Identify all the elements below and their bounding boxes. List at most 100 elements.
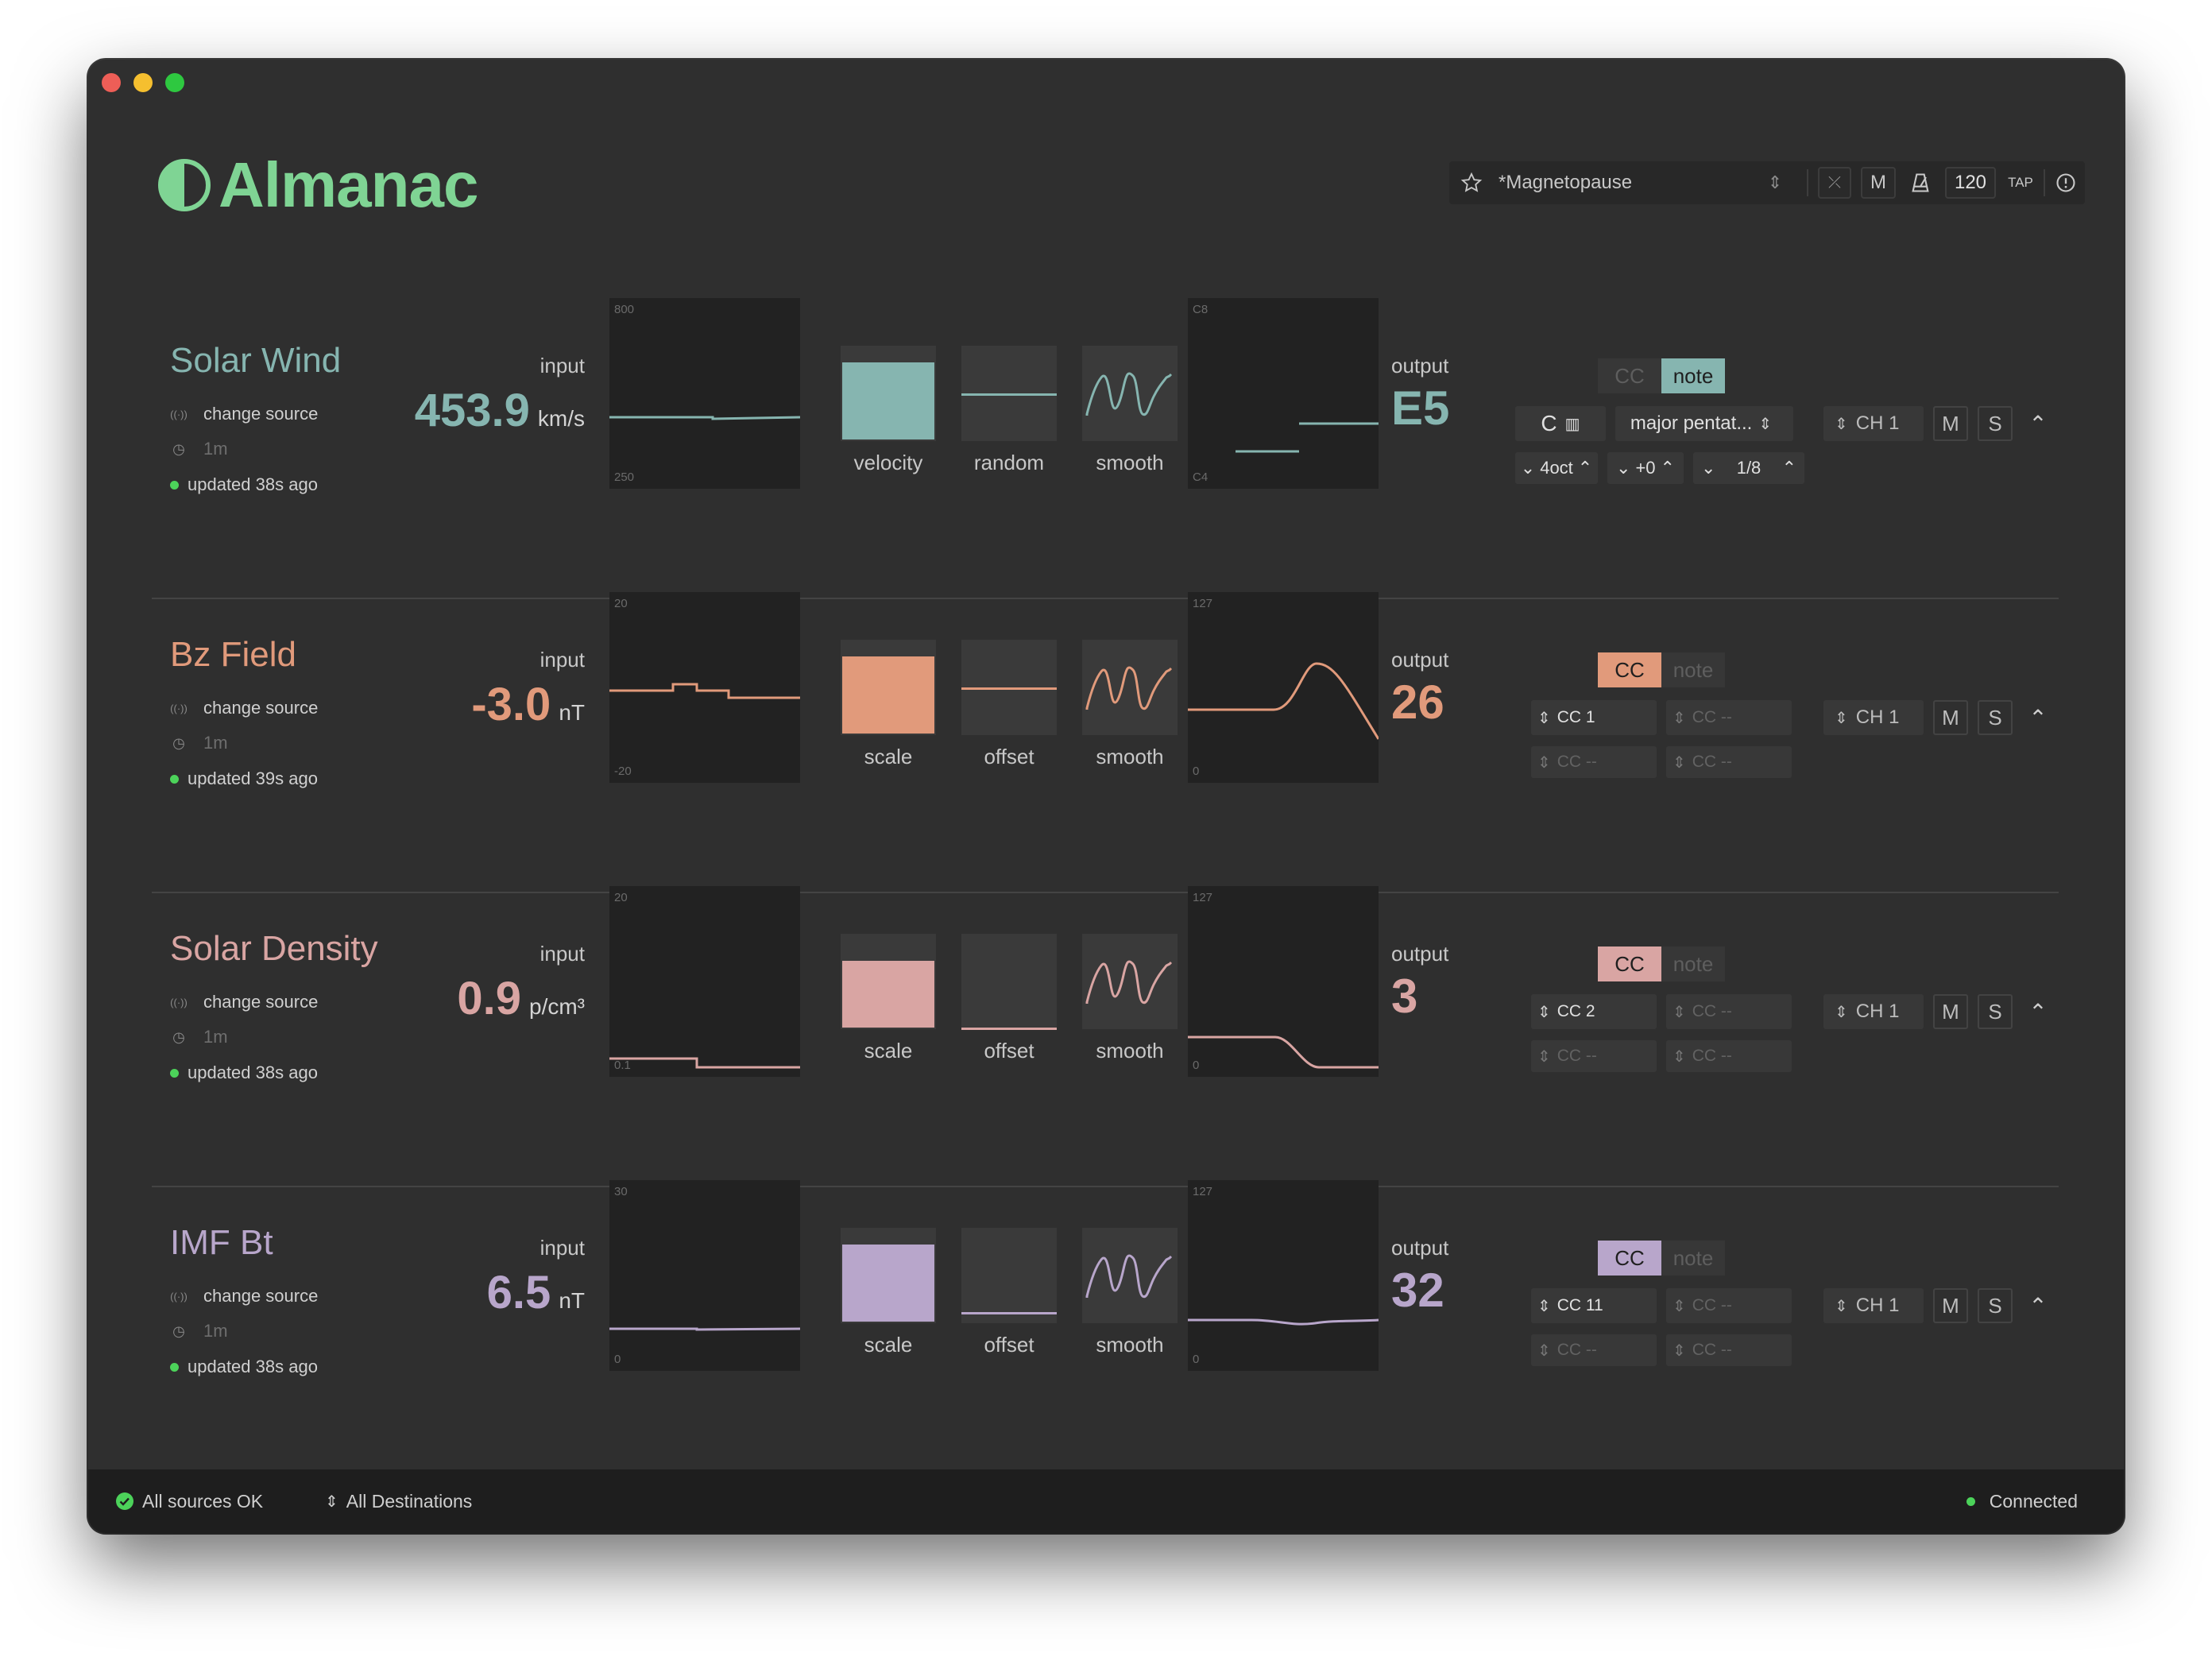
mode-toggle[interactable]: CC note xyxy=(1598,358,1725,393)
mode-note-button[interactable]: note xyxy=(1661,652,1725,687)
midi-channel-select[interactable]: ⇕ CH 1 xyxy=(1823,700,1924,735)
modulator-2[interactable] xyxy=(1082,346,1178,441)
bpm-field[interactable]: 120 xyxy=(1945,167,1996,199)
scale-select[interactable]: major pentat... ⇕ xyxy=(1615,406,1793,441)
input-unit: p/cm³ xyxy=(529,994,585,1019)
input-history-line xyxy=(609,416,800,420)
preset-name[interactable]: *Magnetopause xyxy=(1499,161,1769,204)
cc-slot-select[interactable]: ⇕ CC -- xyxy=(1531,1040,1657,1072)
updown-chevron-icon: ⇕ xyxy=(1673,1297,1686,1315)
modulator-0[interactable] xyxy=(841,1228,936,1323)
modulator-2[interactable] xyxy=(1082,934,1178,1029)
note-root-select[interactable]: C ▥ xyxy=(1515,406,1606,441)
mode-note-button[interactable]: note xyxy=(1661,947,1725,981)
mode-toggle[interactable]: CC note xyxy=(1598,652,1725,687)
mute-button[interactable]: M xyxy=(1933,1288,1968,1323)
octave-stepper[interactable]: ⌄ 4oct ⌃ xyxy=(1515,452,1598,484)
mode-cc-button[interactable]: CC xyxy=(1598,947,1661,981)
updown-chevron-icon: ⇕ xyxy=(1758,415,1773,433)
modulator-0[interactable] xyxy=(841,640,936,735)
modulator-label: random xyxy=(973,451,1045,474)
input-axis-max: 20 xyxy=(614,597,628,610)
collapse-chevron-icon[interactable]: ⌃ xyxy=(2022,406,2054,441)
output-graph: C8 C4 xyxy=(1188,298,1379,489)
preset-stepper-icon[interactable]: ⇕ xyxy=(1759,161,1791,204)
input-label: input xyxy=(539,1236,585,1260)
scale-label: major pentat... xyxy=(1630,412,1753,434)
mode-cc-button[interactable]: CC xyxy=(1598,652,1661,687)
collapse-icon[interactable]: ⤫ xyxy=(1818,167,1851,199)
cc-slot-select[interactable]: ⇕ CC -- xyxy=(1666,994,1792,1029)
cc-slot-select[interactable]: ⇕ CC -- xyxy=(1666,1040,1792,1072)
cc-slot-select[interactable]: ⇕ CC -- xyxy=(1531,746,1657,778)
output-history-line xyxy=(1188,1036,1379,1069)
cc-slot-select[interactable]: ⇕ CC -- xyxy=(1666,1334,1792,1366)
minimize-window-button[interactable] xyxy=(133,73,153,92)
transpose-stepper[interactable]: ⌄ +0 ⌃ xyxy=(1607,452,1684,484)
smooth-wave-icon xyxy=(1085,960,1173,1005)
collapse-chevron-icon[interactable]: ⌃ xyxy=(2022,700,2054,735)
solo-button[interactable]: S xyxy=(1978,700,2013,735)
metronome-icon[interactable] xyxy=(1904,161,1937,204)
modulator-1[interactable] xyxy=(961,1228,1057,1323)
change-source-link[interactable]: ((·)) change source xyxy=(170,1286,318,1307)
modulator-1[interactable] xyxy=(961,640,1057,735)
chevron-down-icon: ⌄ xyxy=(1520,458,1536,478)
change-source-link[interactable]: ((·)) change source xyxy=(170,404,318,424)
mode-note-button[interactable]: note xyxy=(1661,1241,1725,1276)
midi-channel-select[interactable]: ⇕ CH 1 xyxy=(1823,406,1924,441)
note-root-label: C xyxy=(1541,411,1557,436)
solo-button[interactable]: S xyxy=(1978,994,2013,1029)
chevron-up-icon: ⌃ xyxy=(1660,458,1675,478)
change-source-link[interactable]: ((·)) change source xyxy=(170,992,318,1012)
cc-slot-select[interactable]: ⇕ CC 11 xyxy=(1531,1288,1657,1323)
modulator-1[interactable] xyxy=(961,346,1057,441)
zoom-window-button[interactable] xyxy=(165,73,184,92)
modulator-2[interactable] xyxy=(1082,1228,1178,1323)
midi-channel-select[interactable]: ⇕ CH 1 xyxy=(1823,994,1924,1029)
favorite-star-icon[interactable] xyxy=(1456,161,1487,204)
mode-note-button[interactable]: note xyxy=(1661,358,1725,393)
cc-slot-select[interactable]: ⇕ CC 1 xyxy=(1531,700,1657,735)
update-interval: ◷ 1m xyxy=(170,439,227,459)
mode-cc-button[interactable]: CC xyxy=(1598,358,1661,393)
midi-channel-select[interactable]: ⇕ CH 1 xyxy=(1823,1288,1924,1323)
collapse-chevron-icon[interactable]: ⌃ xyxy=(2022,1288,2054,1323)
output-value: E5 xyxy=(1391,381,1450,435)
info-icon[interactable] xyxy=(2050,161,2082,204)
mode-cc-button[interactable]: CC xyxy=(1598,1241,1661,1276)
tap-tempo-button[interactable]: TAP xyxy=(2001,161,2040,204)
close-window-button[interactable] xyxy=(102,73,121,92)
mute-button[interactable]: M xyxy=(1933,994,1968,1029)
modulator-0[interactable] xyxy=(841,934,936,1029)
cc-slot-select[interactable]: ⇕ CC 2 xyxy=(1531,994,1657,1029)
change-source-link[interactable]: ((·)) change source xyxy=(170,698,318,718)
mode-toggle[interactable]: CC note xyxy=(1598,1241,1725,1276)
modulator-0[interactable] xyxy=(841,346,936,441)
output-graph: 127 0 xyxy=(1188,1180,1379,1371)
modulator-2[interactable] xyxy=(1082,640,1178,735)
mute-button[interactable]: M xyxy=(1933,700,1968,735)
cc-slot-select[interactable]: ⇕ CC -- xyxy=(1666,700,1792,735)
cc-slot-label: CC -- xyxy=(1692,1341,1732,1359)
mute-button[interactable]: M xyxy=(1933,406,1968,441)
chevron-down-icon: ⌄ xyxy=(1616,458,1631,478)
destinations-select[interactable]: ⇕ All Destinations xyxy=(325,1469,472,1533)
sources-status: All sources OK xyxy=(115,1469,263,1533)
input-unit: nT xyxy=(559,1288,585,1313)
cc-slot-select[interactable]: ⇕ CC -- xyxy=(1666,1288,1792,1323)
cc-slot-select[interactable]: ⇕ CC -- xyxy=(1531,1334,1657,1366)
input-unit: km/s xyxy=(537,406,585,431)
solo-button[interactable]: S xyxy=(1978,1288,2013,1323)
updated-label: updated 39s ago xyxy=(188,768,318,788)
output-history-line xyxy=(1188,662,1379,740)
cc-slot-select[interactable]: ⇕ CC -- xyxy=(1666,746,1792,778)
mode-toggle[interactable]: CC note xyxy=(1598,947,1725,981)
global-mute-button[interactable]: M xyxy=(1861,167,1896,199)
collapse-chevron-icon[interactable]: ⌃ xyxy=(2022,994,2054,1029)
change-source-label: change source xyxy=(203,992,319,1012)
solo-button[interactable]: S xyxy=(1978,406,2013,441)
modulator-1[interactable] xyxy=(961,934,1057,1030)
division-stepper[interactable]: ⌄ 1/8 ⌃ xyxy=(1693,452,1804,484)
input-axis-max: 800 xyxy=(614,303,635,316)
